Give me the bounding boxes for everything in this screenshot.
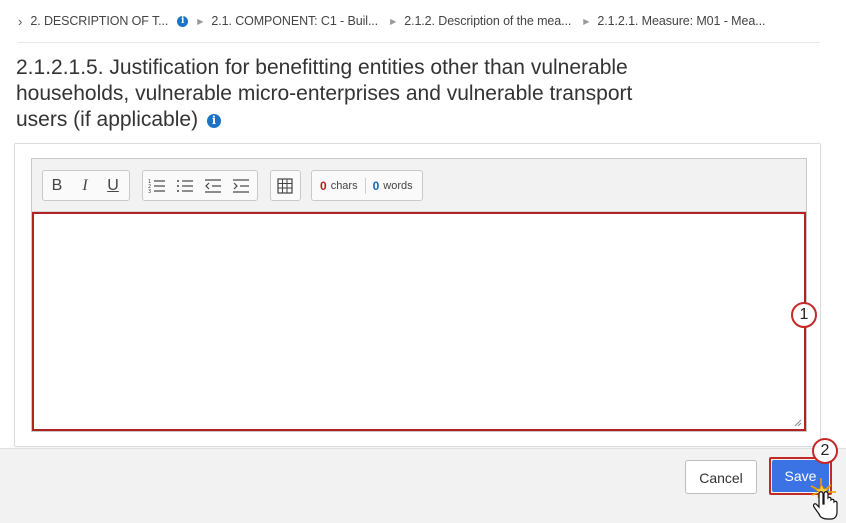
breadcrumb-item-description-measure[interactable]: ▶ 2.1.2. Description of the mea... xyxy=(390,14,571,28)
bullet-list-icon xyxy=(177,179,193,192)
editor-panel: B I U 1 2 3 0 chars 0 words xyxy=(14,143,821,447)
cancel-button[interactable]: Cancel xyxy=(685,460,757,494)
numbered-list-button[interactable]: 1 2 3 xyxy=(143,171,171,200)
bullet-list-button[interactable] xyxy=(171,171,199,200)
underline-button[interactable]: U xyxy=(99,171,127,200)
section-title-text: 2.1.2.1.5. Justification for benefitting… xyxy=(16,56,633,131)
triangle-right-icon: ▶ xyxy=(390,16,397,26)
breadcrumb-label: 2.1. COMPONENT: C1 - Buil... xyxy=(211,14,379,28)
breadcrumb-label: 2. DESCRIPTION OF T... xyxy=(30,14,169,28)
divider xyxy=(18,42,820,43)
chars-label: chars xyxy=(330,179,358,192)
info-icon[interactable]: i xyxy=(206,114,221,128)
breadcrumb-item-measure[interactable]: ▶ 2.1.2.1. Measure: M01 - Mea... xyxy=(583,14,765,28)
triangle-right-icon: ▶ xyxy=(583,16,590,26)
list-group: 1 2 3 xyxy=(142,170,258,201)
resize-handle-icon[interactable] xyxy=(794,419,802,427)
format-group: B I U xyxy=(42,170,130,201)
indent-icon xyxy=(233,178,249,193)
hand-cursor-icon xyxy=(810,478,838,520)
justification-textarea[interactable] xyxy=(32,212,806,431)
table-group xyxy=(270,170,301,201)
breadcrumb: › 2. DESCRIPTION OF T... i ▶ 2.1. COMPON… xyxy=(18,8,838,34)
outdent-icon xyxy=(205,178,221,193)
callout-marker: 2 xyxy=(812,438,838,464)
triangle-right-icon: ▶ xyxy=(197,16,204,26)
indent-button[interactable] xyxy=(227,171,255,200)
insert-table-button[interactable] xyxy=(271,171,299,200)
words-label: words xyxy=(383,179,413,192)
breadcrumb-label: 2.1.2. Description of the mea... xyxy=(404,14,572,28)
breadcrumb-label: 2.1.2.1. Measure: M01 - Mea... xyxy=(597,14,766,28)
numbered-list-icon: 1 2 3 xyxy=(148,179,165,194)
chevron-right-icon: › xyxy=(18,13,23,29)
bold-button[interactable]: B xyxy=(43,171,71,200)
outdent-button[interactable] xyxy=(199,171,227,200)
table-icon xyxy=(277,177,293,194)
svg-text:3: 3 xyxy=(148,189,151,194)
italic-button[interactable]: I xyxy=(71,171,99,200)
info-icon[interactable]: i xyxy=(177,15,189,27)
editor-toolbar: B I U 1 2 3 0 chars 0 words xyxy=(32,159,806,212)
divider xyxy=(364,177,366,194)
word-counter: 0 chars 0 words xyxy=(311,170,423,201)
callout-marker: 1 xyxy=(791,302,817,328)
rich-text-editor: B I U 1 2 3 0 chars 0 words xyxy=(31,158,807,432)
words-count: 0 xyxy=(372,178,380,193)
section-title: 2.1.2.1.5. Justification for benefitting… xyxy=(16,55,676,133)
chars-count: 0 xyxy=(320,178,327,193)
breadcrumb-item-description[interactable]: › 2. DESCRIPTION OF T... xyxy=(18,14,168,29)
breadcrumb-item-component[interactable]: ▶ 2.1. COMPONENT: C1 - Buil... xyxy=(197,14,378,28)
